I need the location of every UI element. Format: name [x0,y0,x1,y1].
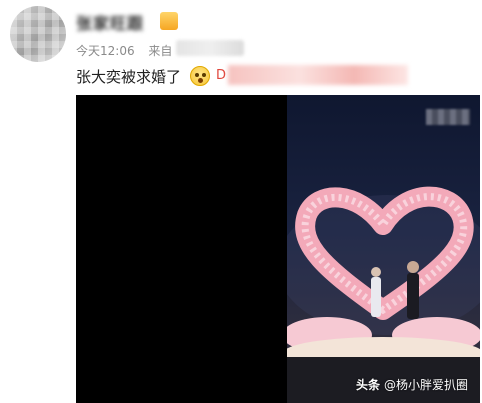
avatar-image [10,6,66,62]
video-black-area [76,95,287,403]
post-meta: 今天12:06 来自 [76,42,182,59]
video-frame: 头条 @杨小胖爱扒圈 [287,95,480,403]
username[interactable]: 张家旺跟 [76,10,144,34]
watermark-handle: @杨小胖爱扒圈 [383,378,468,392]
watermark-brand: 头条 [355,378,380,392]
post-link-redacted[interactable] [228,65,408,85]
avatar[interactable] [10,6,66,62]
mosaic-watermark [426,109,470,125]
post-source-redacted [176,40,244,56]
astonished-face-emoji-icon [190,66,210,86]
post-time: 今天12:06 [76,44,135,58]
post-text: 张大奕被求婚了 [76,68,182,86]
vip-badge-icon [160,12,178,30]
video-player[interactable]: 头条 @杨小胖爱扒圈 [76,95,480,403]
post-source-label: 来自 [148,44,173,58]
proposal-scene-image [287,186,480,403]
post-link-prefix[interactable]: D [216,68,226,83]
video-watermark: 头条 @杨小胖爱扒圈 [356,376,468,393]
